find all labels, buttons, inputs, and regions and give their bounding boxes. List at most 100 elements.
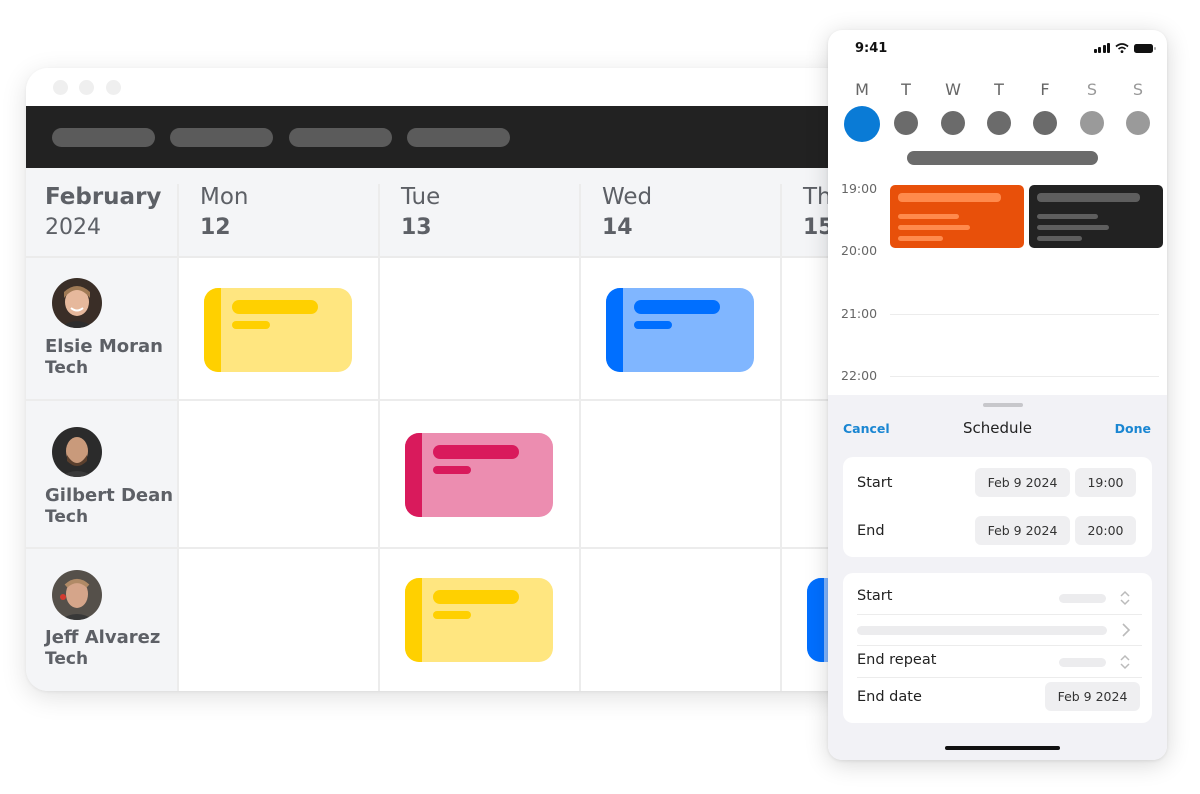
event-detail-placeholder: [1037, 214, 1098, 219]
day-date: 14: [602, 215, 633, 240]
end-date-button[interactable]: Feb 9 2024: [975, 516, 1070, 545]
event-title-placeholder: [433, 445, 519, 459]
end-date-value-button[interactable]: Feb 9 2024: [1045, 682, 1140, 711]
hour-label: 20:00: [841, 243, 878, 258]
window-close-button[interactable]: [53, 80, 68, 95]
day-name: Mon: [200, 184, 249, 210]
event-subtitle-placeholder: [232, 321, 270, 329]
repeat-option-row[interactable]: [857, 626, 1107, 635]
weekday-label: W: [945, 80, 961, 99]
person-role: Tech: [45, 649, 89, 669]
week-summary-bar: [907, 151, 1098, 165]
end-time-button[interactable]: 20:00: [1075, 516, 1136, 545]
repeat-start-label: Start: [857, 588, 893, 604]
column-divider: [177, 184, 179, 691]
weekday-dot[interactable]: [1080, 111, 1104, 135]
column-divider: [780, 184, 782, 691]
year-label: 2024: [45, 215, 101, 240]
avatar: [52, 570, 102, 620]
hour-label: 21:00: [841, 306, 878, 321]
wifi-icon: [1115, 43, 1129, 53]
event-accent-bar: [405, 578, 422, 662]
start-date-button[interactable]: Feb 9 2024: [975, 468, 1070, 497]
end-date-label: End date: [857, 689, 922, 705]
chevron-right-icon[interactable]: [1120, 621, 1132, 639]
repeat-start-value[interactable]: [1059, 594, 1106, 603]
column-divider: [579, 184, 581, 691]
signal-icon: [1093, 43, 1110, 53]
end-label: End: [857, 523, 885, 539]
window-minimize-button[interactable]: [79, 80, 94, 95]
weekday-label: S: [1132, 80, 1144, 99]
person-row-header[interactable]: Elsie Moran Tech: [26, 258, 178, 401]
event-subtitle-placeholder: [433, 466, 471, 474]
hour-line: [890, 314, 1159, 315]
day-date: 12: [200, 215, 231, 240]
day-header-wed[interactable]: Wed 14: [580, 168, 781, 258]
battery-icon: [1134, 43, 1156, 53]
home-indicator: [945, 746, 1060, 750]
time-card: Start Feb 9 2024 19:00 End Feb 9 2024 20…: [843, 457, 1152, 557]
sheet-grabber[interactable]: [983, 403, 1023, 407]
start-time-button[interactable]: 19:00: [1075, 468, 1136, 497]
person-row-header[interactable]: Jeff Alvarez Tech: [26, 549, 178, 691]
event-accent-bar: [606, 288, 623, 372]
weekday-dot[interactable]: [1126, 111, 1150, 135]
start-label: Start: [857, 475, 893, 491]
event-accent-bar: [405, 433, 422, 517]
weekday-label: T: [994, 80, 1004, 99]
end-repeat-value[interactable]: [1059, 658, 1106, 667]
event-title-placeholder: [1037, 193, 1140, 202]
column-divider: [378, 184, 380, 691]
repeat-card: Start End repeat End date Feb 9 2024: [843, 573, 1152, 723]
avatar: [52, 427, 102, 477]
row-divider: [26, 547, 906, 549]
event-subtitle-placeholder: [634, 321, 672, 329]
window-maximize-button[interactable]: [106, 80, 121, 95]
title-bar: [26, 68, 906, 106]
row-separator: [857, 614, 1142, 615]
weekday-label: F: [1040, 80, 1050, 99]
person-name: Gilbert Dean: [45, 485, 174, 506]
weekday-label: T: [901, 80, 911, 99]
event-block-pink[interactable]: [405, 433, 553, 517]
event-title-placeholder: [232, 300, 318, 314]
nav-item-3[interactable]: [289, 128, 392, 147]
weekday-dot[interactable]: [941, 111, 965, 135]
hour-label: 22:00: [841, 368, 878, 383]
done-button[interactable]: Done: [1115, 421, 1151, 436]
event-accent-bar: [204, 288, 221, 372]
row-separator: [857, 677, 1142, 678]
day-name: Tue: [401, 184, 441, 210]
day-header-mon[interactable]: Mon 12: [178, 168, 379, 258]
weekday-dot[interactable]: [894, 111, 918, 135]
event-title-placeholder: [433, 590, 519, 604]
phone-event-dark[interactable]: [1029, 185, 1163, 248]
weekday-selected[interactable]: [844, 106, 880, 142]
day-date: 13: [401, 215, 432, 240]
person-role: Tech: [45, 358, 89, 378]
event-block-yellow[interactable]: [405, 578, 553, 662]
up-down-chevron-icon[interactable]: [1119, 589, 1131, 607]
weekday-label: M: [855, 80, 869, 99]
event-block-yellow[interactable]: [204, 288, 352, 372]
event-title-placeholder: [634, 300, 720, 314]
weekday-dot[interactable]: [987, 111, 1011, 135]
hour-label: 19:00: [841, 181, 878, 196]
nav-item-4[interactable]: [407, 128, 510, 147]
event-title-placeholder: [898, 193, 1001, 202]
status-icons: [1093, 43, 1156, 53]
event-detail-placeholder: [1037, 225, 1109, 230]
event-block-blue[interactable]: [606, 288, 754, 372]
nav-item-1[interactable]: [52, 128, 155, 147]
nav-item-2[interactable]: [170, 128, 273, 147]
day-header-tue[interactable]: Tue 13: [379, 168, 580, 258]
weekday-dot[interactable]: [1033, 111, 1057, 135]
phone-event-orange[interactable]: [890, 185, 1024, 248]
person-role: Tech: [45, 507, 89, 527]
schedule-grid: February 2024 Mon 12 Tue 13 Wed 14 Thu 1…: [26, 168, 906, 691]
person-row-header[interactable]: Gilbert Dean Tech: [26, 401, 178, 549]
avatar: [52, 278, 102, 328]
nav-bar: [26, 106, 906, 168]
up-down-chevron-icon[interactable]: [1119, 653, 1131, 671]
